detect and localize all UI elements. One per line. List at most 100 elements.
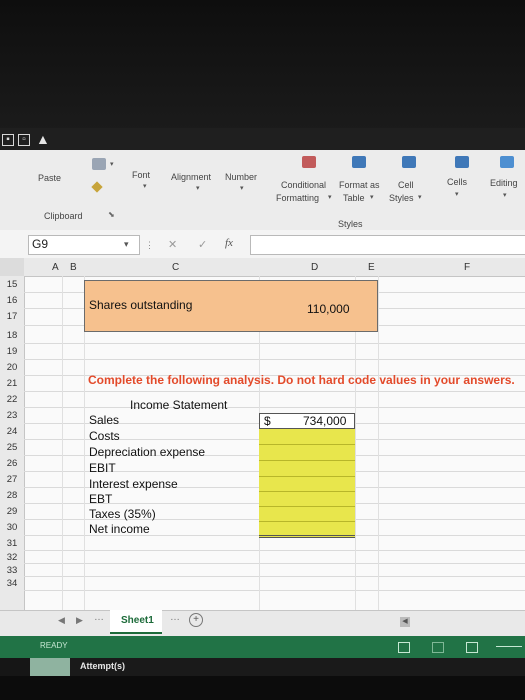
- row-header[interactable]: 16: [0, 295, 24, 306]
- row-header[interactable]: 17: [0, 311, 24, 322]
- format-as-table-icon[interactable]: [352, 156, 366, 168]
- conditional-formatting-label-2[interactable]: Formatting: [276, 193, 319, 203]
- chevron-down-icon[interactable]: ▾: [196, 184, 200, 192]
- row-header[interactable]: 22: [0, 394, 24, 405]
- sales-value[interactable]: 734,000: [303, 414, 346, 428]
- editing-icon[interactable]: [500, 156, 514, 168]
- line-item-sales[interactable]: Sales: [89, 413, 119, 427]
- chevron-down-icon[interactable]: ▾: [143, 182, 147, 190]
- cells-button[interactable]: Cells: [447, 177, 467, 187]
- row-header[interactable]: 24: [0, 426, 24, 437]
- line-item-depreciation[interactable]: Depreciation expense: [89, 445, 205, 459]
- row-header[interactable]: 27: [0, 474, 24, 485]
- instruction-text[interactable]: Complete the following analysis. Do not …: [88, 373, 515, 387]
- bottom-area: [0, 676, 525, 700]
- page-layout-icon[interactable]: [432, 642, 444, 653]
- answer-cell-costs[interactable]: [259, 429, 355, 445]
- row-header[interactable]: 15: [0, 279, 24, 290]
- scroll-left-icon[interactable]: ◀: [58, 615, 65, 626]
- chevron-down-icon[interactable]: ▾: [124, 239, 129, 250]
- scroll-right-icon[interactable]: ▶: [76, 615, 83, 626]
- row-header[interactable]: 20: [0, 362, 24, 373]
- cell-styles-label-2[interactable]: Styles: [389, 193, 414, 203]
- answer-cell-ebit[interactable]: [259, 461, 355, 477]
- shares-outstanding-label[interactable]: Shares outstanding: [89, 298, 192, 312]
- row-header[interactable]: 19: [0, 346, 24, 357]
- paste-icon[interactable]: [92, 158, 106, 170]
- warning-icon: ▲: [36, 131, 50, 147]
- chevron-down-icon[interactable]: ▾: [370, 193, 374, 201]
- add-sheet-icon[interactable]: +: [189, 613, 203, 627]
- answer-cell-interest[interactable]: [259, 477, 355, 492]
- font-button[interactable]: Font: [132, 170, 150, 180]
- save-icon[interactable]: ▪: [2, 134, 14, 146]
- page-break-icon[interactable]: [466, 642, 478, 653]
- format-as-table-label-2[interactable]: Table: [343, 193, 365, 203]
- more-sheets-icon[interactable]: …: [170, 612, 180, 623]
- cell-styles-icon[interactable]: [402, 156, 416, 168]
- cancel-icon[interactable]: ✕: [168, 238, 177, 251]
- row-header[interactable]: 18: [0, 330, 24, 341]
- answer-cell-depreciation[interactable]: [259, 445, 355, 461]
- row-header[interactable]: 29: [0, 506, 24, 517]
- column-header-d[interactable]: D: [311, 262, 318, 273]
- format-as-table-label-1[interactable]: Format as: [339, 180, 380, 190]
- zoom-slider[interactable]: [496, 646, 522, 647]
- row-header[interactable]: 30: [0, 522, 24, 533]
- cell-styles-label-1[interactable]: Cell: [398, 180, 414, 190]
- formula-input[interactable]: [250, 235, 525, 255]
- row-header[interactable]: 32: [0, 552, 24, 563]
- attempts-label: Attempt(s): [80, 661, 125, 671]
- name-box-value[interactable]: G9: [32, 237, 48, 251]
- answer-cell-taxes[interactable]: [259, 507, 355, 522]
- row-header[interactable]: 25: [0, 442, 24, 453]
- insert-function-icon[interactable]: fx: [225, 237, 233, 249]
- line-item-ebit[interactable]: EBIT: [89, 461, 116, 475]
- column-header-a[interactable]: A: [52, 262, 59, 273]
- window-icon[interactable]: ▫: [18, 134, 30, 146]
- gridline: [24, 590, 525, 591]
- line-item-taxes[interactable]: Taxes (35%): [89, 507, 156, 521]
- column-header-c[interactable]: C: [172, 262, 179, 273]
- sheet-tab-label[interactable]: Sheet1: [121, 615, 154, 626]
- row-header[interactable]: 21: [0, 378, 24, 389]
- select-all-corner[interactable]: [0, 258, 24, 276]
- chevron-down-icon[interactable]: ▾: [240, 184, 244, 192]
- conditional-formatting-icon[interactable]: [302, 156, 316, 168]
- row-header[interactable]: 26: [0, 458, 24, 469]
- row-header[interactable]: 33: [0, 565, 24, 576]
- conditional-formatting-label-1[interactable]: Conditional: [281, 180, 326, 190]
- horizontal-scroll-left-icon[interactable]: ◀: [400, 617, 410, 627]
- line-item-ebt[interactable]: EBT: [89, 492, 112, 506]
- chevron-down-icon[interactable]: ▾: [110, 160, 114, 168]
- paste-button[interactable]: Paste: [38, 173, 61, 183]
- more-icon: ⋮: [145, 240, 154, 250]
- row-header[interactable]: 34: [0, 578, 24, 589]
- line-item-interest[interactable]: Interest expense: [89, 477, 178, 491]
- answer-cell-net-income[interactable]: [259, 522, 355, 538]
- column-header-f[interactable]: F: [464, 262, 470, 273]
- chevron-down-icon[interactable]: ▾: [418, 193, 422, 201]
- enter-icon[interactable]: ✓: [198, 238, 207, 251]
- dialog-launcher-icon[interactable]: ⬊: [108, 210, 115, 219]
- chevron-down-icon[interactable]: ▾: [455, 190, 459, 198]
- number-button[interactable]: Number: [225, 172, 257, 182]
- chevron-down-icon[interactable]: ▾: [328, 193, 332, 201]
- row-header[interactable]: 31: [0, 538, 24, 549]
- clipboard-group-label: Clipboard: [44, 211, 83, 221]
- editing-button[interactable]: Editing: [490, 178, 518, 188]
- answer-cell-ebt[interactable]: [259, 492, 355, 507]
- cells-icon[interactable]: [455, 156, 469, 168]
- column-header-b[interactable]: B: [70, 262, 77, 273]
- normal-view-icon[interactable]: [398, 642, 410, 653]
- chevron-down-icon[interactable]: ▾: [503, 191, 507, 199]
- income-statement-title[interactable]: Income Statement: [130, 398, 227, 412]
- row-header[interactable]: 23: [0, 410, 24, 421]
- alignment-button[interactable]: Alignment: [171, 172, 211, 182]
- more-sheets-icon[interactable]: …: [94, 612, 104, 623]
- shares-outstanding-value[interactable]: 110,000: [307, 302, 350, 316]
- line-item-costs[interactable]: Costs: [89, 429, 120, 443]
- column-header-e[interactable]: E: [368, 262, 375, 273]
- row-header[interactable]: 28: [0, 490, 24, 501]
- line-item-net-income[interactable]: Net income: [89, 522, 150, 536]
